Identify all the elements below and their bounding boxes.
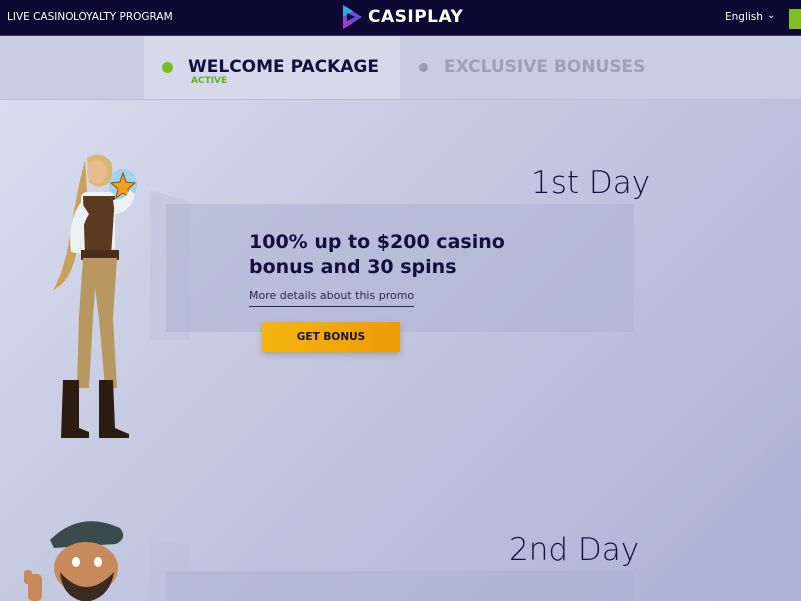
promo-headline-line-1: 100% up to $200 casino [249, 231, 505, 253]
nav-live-casino-link[interactable]: LIVE CASINO [7, 11, 74, 23]
tab-exclusive-bonuses-label: EXCLUSIVE BONUSES [444, 57, 646, 77]
promo-headline: 100% up to $200 casino bonus and 30 spin… [249, 230, 505, 280]
casiplay-logo[interactable]: CASIPLAY [341, 3, 463, 31]
get-bonus-button[interactable]: GET BONUS [262, 322, 400, 352]
logo-play-icon [343, 5, 362, 29]
tab-welcome-package-label: WELCOME PACKAGE [188, 57, 380, 77]
chevron-down-icon[interactable]: ⌄ [767, 10, 775, 21]
logo-text: CASIPLAY [368, 7, 464, 27]
day-title: 1st Day [531, 165, 651, 201]
day-title: 2nd Day [509, 532, 640, 568]
inactive-dot-icon [419, 63, 428, 72]
tab-exclusive-bonuses[interactable]: EXCLUSIVE BONUSES [400, 36, 660, 99]
language-selector[interactable]: English [725, 11, 763, 23]
promo-headline-line-2: bonus and 30 spins [249, 256, 457, 278]
explorer-character-illustration [53, 154, 137, 438]
side-menu-tab[interactable] [789, 9, 801, 29]
nav-loyalty-program-link[interactable]: LOYALTY PROGRAM [73, 11, 173, 23]
gonzo-character-illustration [24, 521, 124, 601]
tab-status-badge: ACTIVE [191, 76, 228, 86]
promo-panel [166, 571, 634, 601]
top-navigation-bar: LIVE CASINO LOYALTY PROGRAM CASIPLAY Eng… [0, 0, 801, 36]
promo-details-link[interactable]: More details about this promo [249, 289, 415, 307]
active-dot-icon [162, 62, 173, 73]
tab-welcome-package[interactable]: WELCOME PACKAGE ACTIVE [144, 36, 400, 99]
